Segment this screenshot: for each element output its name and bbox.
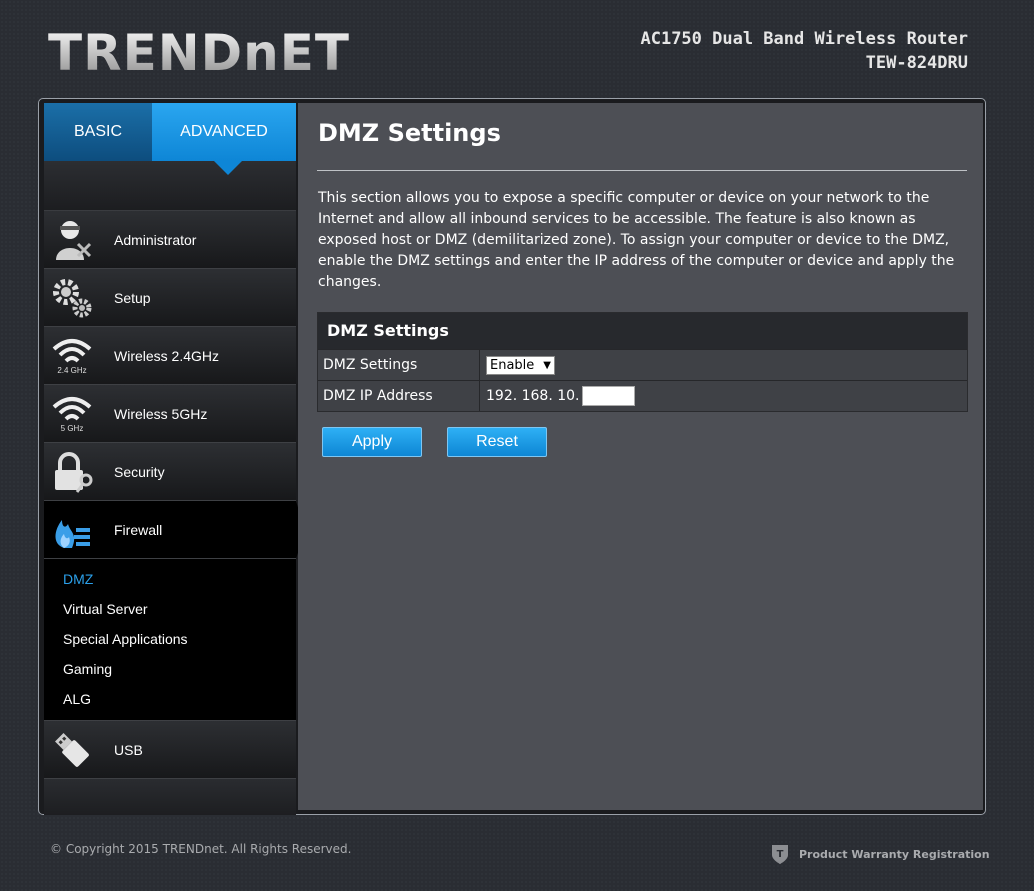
sidebar-item-setup[interactable]: Setup xyxy=(44,269,296,327)
table-heading: DMZ Settings xyxy=(318,313,967,349)
main-frame: BASIC ADVANCED Administrator Setup 2.4 G… xyxy=(38,98,986,815)
gears-icon xyxy=(44,269,100,327)
sidebar-spacer xyxy=(44,161,296,211)
sidebar-item-usb[interactable]: USB xyxy=(44,721,296,779)
tab-advanced[interactable]: ADVANCED xyxy=(152,103,296,175)
warranty-label: Product Warranty Registration xyxy=(799,847,990,861)
shield-icon: T xyxy=(772,845,788,864)
apply-button[interactable]: Apply xyxy=(322,427,422,457)
sidebar-item-wireless-5[interactable]: 5 GHz Wireless 5GHz xyxy=(44,385,296,443)
content-panel: DMZ Settings This section allows you to … xyxy=(298,103,983,810)
sidebar-item-administrator[interactable]: Administrator xyxy=(44,211,296,269)
tab-basic[interactable]: BASIC xyxy=(44,103,152,161)
title-divider xyxy=(317,170,967,171)
wifi-band-badge: 2.4 GHz xyxy=(57,365,87,375)
administrator-icon xyxy=(44,211,100,269)
mode-tabs: BASIC ADVANCED xyxy=(44,103,296,175)
submenu-special-applications[interactable]: Special Applications xyxy=(44,624,296,654)
sidebar-bottom xyxy=(44,779,296,815)
dmz-ip-last-octet-input[interactable] xyxy=(581,386,635,406)
sidebar: BASIC ADVANCED Administrator Setup 2.4 G… xyxy=(44,103,305,815)
warranty-link[interactable]: T Product Warranty Registration xyxy=(770,843,990,865)
model-number: TEW-824DRU xyxy=(865,53,968,73)
firewall-icon xyxy=(44,501,100,559)
submenu-dmz[interactable]: DMZ xyxy=(44,564,296,594)
submenu-gaming[interactable]: Gaming xyxy=(44,654,296,684)
select-value: Enable xyxy=(490,357,535,373)
sidebar-item-label: Wireless 5GHz xyxy=(114,405,208,422)
product-info: AC1750 Dual Band Wireless Router TEW-824… xyxy=(640,27,968,75)
sidebar-item-label: Wireless 2.4GHz xyxy=(114,347,220,364)
copyright-text: © Copyright 2015 TRENDnet. All Rights Re… xyxy=(50,842,352,856)
sidebar-item-label: Firewall xyxy=(114,521,163,538)
row-label: DMZ Settings xyxy=(318,350,480,380)
sidebar-item-wireless-24[interactable]: 2.4 GHz Wireless 2.4GHz xyxy=(44,327,296,385)
ip-prefix: 192. 168. 10. xyxy=(486,388,580,404)
reset-button[interactable]: Reset xyxy=(447,427,547,457)
wifi-band-badge: 5 GHz xyxy=(60,423,84,433)
wifi-icon: 2.4 GHz xyxy=(44,327,100,385)
lock-icon xyxy=(44,443,100,501)
sidebar-item-label: Administrator xyxy=(114,231,197,248)
sidebar-item-security[interactable]: Security xyxy=(44,443,296,501)
dmz-enable-select[interactable]: Enable ▼ xyxy=(486,355,555,375)
table-row: DMZ Settings Enable ▼ xyxy=(318,349,967,380)
product-line: AC1750 Dual Band Wireless Router xyxy=(640,29,968,49)
page-description: This section allows you to expose a spec… xyxy=(318,190,955,290)
wifi-icon: 5 GHz xyxy=(44,385,100,443)
row-label: DMZ IP Address xyxy=(318,381,480,411)
firewall-submenu: DMZ Virtual Server Special Applications … xyxy=(44,559,296,721)
table-row: DMZ IP Address 192. 168. 10. xyxy=(318,380,967,411)
chevron-down-icon: ▼ xyxy=(543,359,551,371)
submenu-virtual-server[interactable]: Virtual Server xyxy=(44,594,296,624)
dmz-settings-table: DMZ Settings DMZ Settings Enable ▼ DMZ I… xyxy=(317,312,968,412)
page-title: DMZ Settings xyxy=(318,119,501,147)
sidebar-item-label: Security xyxy=(114,463,165,480)
sidebar-item-label: USB xyxy=(114,741,143,758)
usb-icon xyxy=(44,721,100,779)
trendnet-logo: TRENDnET xyxy=(48,24,350,82)
sidebar-item-label: Setup xyxy=(114,289,151,306)
svg-text:T: T xyxy=(777,849,784,860)
sidebar-item-firewall[interactable]: Firewall xyxy=(44,501,305,559)
submenu-alg[interactable]: ALG xyxy=(44,684,296,714)
